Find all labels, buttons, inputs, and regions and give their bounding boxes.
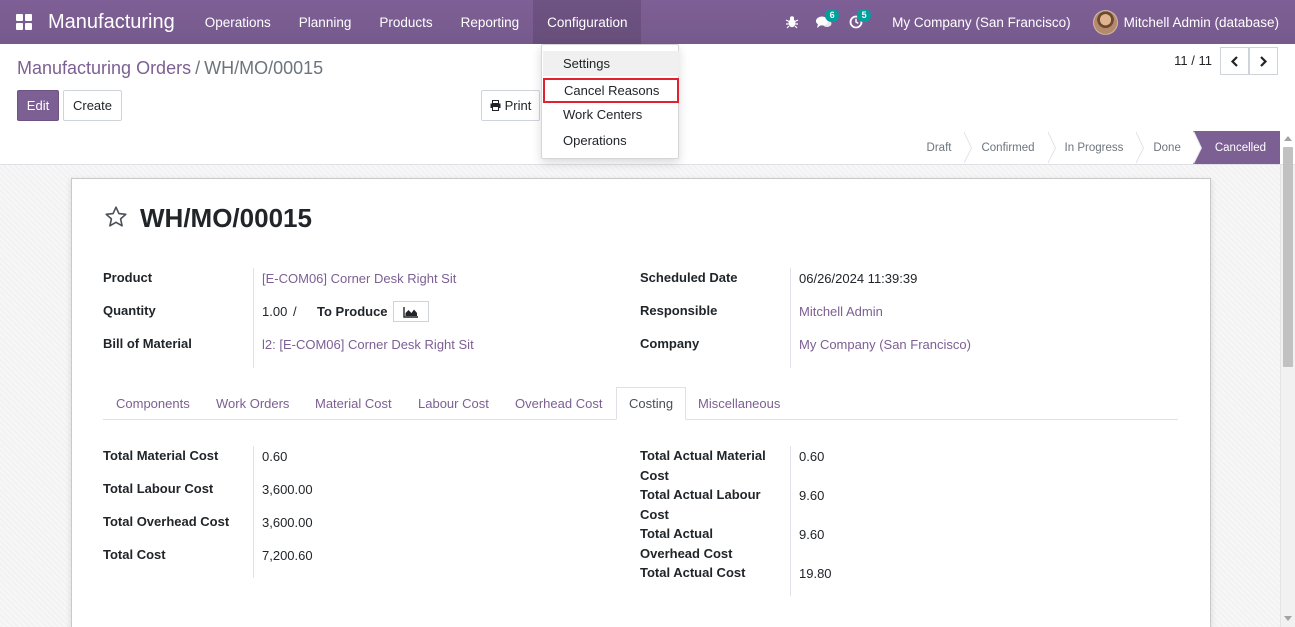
dropdown-item-operations[interactable]: Operations	[543, 128, 679, 153]
to-produce-label: To Produce	[317, 304, 388, 319]
company-label: Company	[640, 336, 700, 351]
record-title: WH/MO/00015	[140, 203, 312, 233]
scrollbar-thumb[interactable]	[1283, 147, 1293, 367]
pager-previous-button[interactable]	[1220, 47, 1249, 75]
stage-pipeline: Draft Confirmed In Progress Done Cancell…	[909, 131, 1280, 164]
breadcrumb-current: WH/MO/00015	[204, 58, 324, 78]
tab-material-cost[interactable]: Material Cost	[315, 387, 392, 420]
stage-cancelled[interactable]: Cancelled	[1192, 131, 1280, 164]
total-material-cost-label: Total Material Cost	[103, 448, 219, 463]
tab-overhead-cost[interactable]: Overhead Cost	[515, 387, 602, 420]
activities-badge: 5	[857, 9, 872, 22]
total-material-cost-value: 0.60	[262, 449, 288, 464]
total-actual-labour-cost-label: Total Actual Labour Cost	[640, 487, 761, 522]
dropdown-item-work-centers[interactable]: Work Centers	[543, 102, 679, 127]
menu-reporting[interactable]: Reporting	[447, 0, 534, 44]
menu-products[interactable]: Products	[365, 0, 446, 44]
total-actual-material-cost-value: 0.60	[799, 449, 825, 464]
create-button[interactable]: Create	[63, 90, 122, 121]
total-labour-cost-label: Total Labour Cost	[103, 481, 214, 496]
quantity-value: 1.00	[262, 304, 288, 319]
total-labour-cost-value: 3,600.00	[262, 482, 313, 497]
scroll-up-arrow-icon[interactable]	[1284, 136, 1292, 141]
stage-cancelled-label: Cancelled	[1214, 141, 1266, 154]
print-icon	[490, 100, 501, 111]
stage-draft[interactable]: Draft	[909, 131, 973, 164]
messages-icon[interactable]: 6	[808, 0, 840, 44]
dropdown-item-cancel-reasons[interactable]: Cancel Reasons	[543, 78, 679, 103]
bom-link[interactable]: l2: [E-COM06] Corner Desk Right Sit	[262, 337, 474, 352]
total-overhead-cost-label: Total Overhead Cost	[103, 514, 230, 529]
messages-badge: 6	[825, 9, 840, 22]
company-link[interactable]: My Company (San Francisco)	[799, 337, 971, 352]
bom-label: Bill of Material	[103, 336, 192, 351]
responsible-link[interactable]: Mitchell Admin	[799, 304, 883, 319]
total-actual-overhead-cost-value: 9.60	[799, 527, 825, 542]
total-actual-material-cost-label: Total Actual Material Cost	[640, 448, 766, 483]
menu-planning[interactable]: Planning	[285, 0, 366, 44]
chevron-right-icon	[1260, 55, 1268, 67]
quantity-separator: /	[293, 304, 297, 319]
chevron-left-icon	[1230, 55, 1238, 67]
tab-costing[interactable]: Costing	[616, 387, 687, 420]
company-switcher[interactable]: My Company (San Francisco)	[872, 15, 1093, 30]
tab-work-orders[interactable]: Work Orders	[216, 387, 289, 420]
breadcrumb-separator: /	[195, 58, 201, 78]
edit-button[interactable]: Edit	[17, 90, 59, 121]
stage-confirmed[interactable]: Confirmed	[963, 131, 1056, 164]
quantity-label: Quantity	[103, 303, 156, 318]
notebook-tabs: Components Work Orders Material Cost Lab…	[103, 387, 1178, 420]
forecast-report-button[interactable]	[393, 301, 429, 322]
breadcrumb-parent[interactable]: Manufacturing Orders	[17, 58, 191, 78]
bug-icon[interactable]	[776, 0, 808, 44]
stage-in-progress[interactable]: In Progress	[1047, 131, 1145, 164]
tab-components[interactable]: Components	[116, 387, 190, 420]
total-actual-cost-label: Total Actual Cost	[640, 565, 746, 580]
tab-miscellaneous[interactable]: Miscellaneous	[698, 387, 780, 420]
total-actual-overhead-cost-label: Total Actual Overhead Cost	[640, 526, 733, 561]
scroll-down-arrow-icon[interactable]	[1284, 616, 1292, 621]
tab-labour-cost[interactable]: Labour Cost	[418, 387, 489, 420]
avatar	[1092, 9, 1118, 35]
dropdown-item-settings[interactable]: Settings	[543, 51, 679, 76]
field-divider	[253, 268, 254, 368]
top-navbar: Manufacturing Operations Planning Produc…	[0, 0, 1295, 44]
activity-clock-icon[interactable]: 5	[840, 0, 872, 44]
apps-menu-icon[interactable]	[0, 0, 48, 44]
print-button[interactable]: Print	[481, 90, 540, 121]
pager-value[interactable]: 11 / 11	[1174, 53, 1212, 68]
field-divider	[790, 268, 791, 368]
responsible-label: Responsible	[640, 303, 718, 318]
total-actual-labour-cost-value: 9.60	[799, 488, 825, 503]
star-icon[interactable]	[104, 205, 128, 229]
menu-operations[interactable]: Operations	[191, 0, 285, 44]
field-divider	[790, 446, 791, 596]
print-label: Print	[504, 98, 532, 113]
pager-next-button[interactable]	[1249, 47, 1278, 75]
product-link[interactable]: [E-COM06] Corner Desk Right Sit	[262, 271, 456, 286]
area-chart-icon	[403, 306, 418, 318]
product-label: Product	[103, 270, 153, 285]
scheduled-date-value: 06/26/2024 11:39:39	[799, 271, 918, 286]
scheduled-date-label: Scheduled Date	[640, 270, 738, 285]
total-cost-value: 7,200.60	[262, 548, 313, 563]
user-menu[interactable]: Mitchell Admin (database)	[1092, 9, 1295, 35]
app-name[interactable]: Manufacturing	[48, 11, 175, 34]
menu-configuration[interactable]: Configuration	[533, 0, 642, 44]
total-overhead-cost-value: 3,600.00	[262, 515, 313, 530]
total-actual-cost-value: 19.80	[799, 566, 832, 581]
field-divider	[253, 446, 254, 578]
configuration-dropdown: Settings Cancel Reasons Work Centers Ope…	[541, 44, 679, 159]
user-name: Mitchell Admin (database)	[1123, 14, 1279, 30]
total-cost-label: Total Cost	[103, 547, 166, 562]
breadcrumb: Manufacturing Orders / WH/MO/00015	[17, 58, 323, 79]
